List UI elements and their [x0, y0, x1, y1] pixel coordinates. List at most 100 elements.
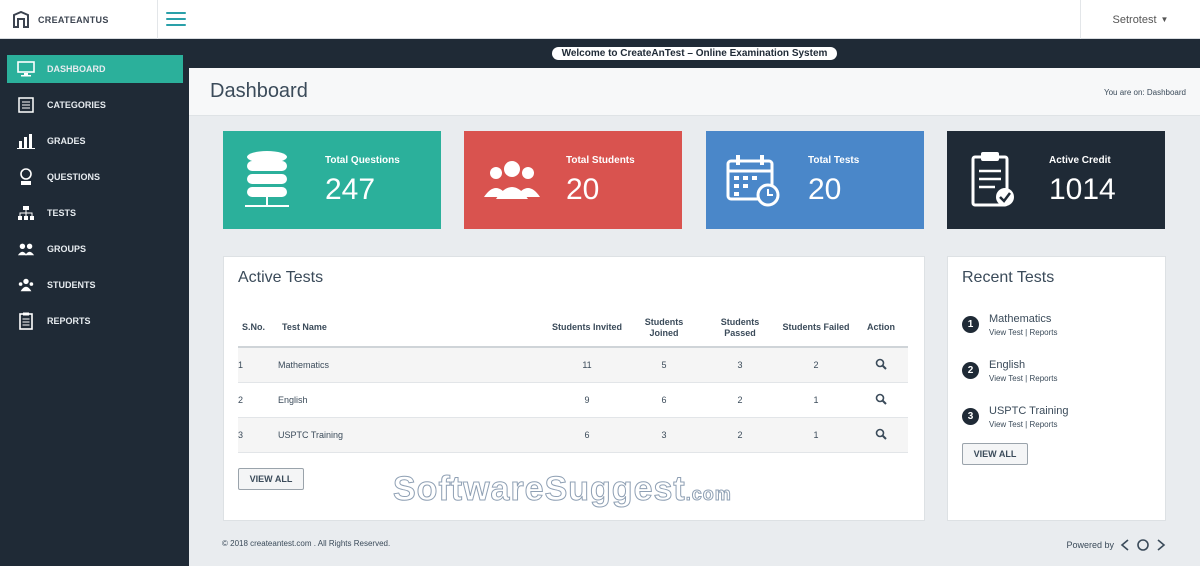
cell-passed: 2 — [702, 382, 778, 418]
column-header: Students Invited — [548, 309, 626, 348]
sidebar-item-label: CATEGORIES — [47, 100, 106, 110]
cell-failed: 2 — [778, 347, 854, 383]
list-item: 3 USPTC Training View Test | Reports — [962, 405, 1068, 429]
card-total-tests[interactable]: Total Tests 20 — [706, 131, 924, 229]
sidebar-item-students[interactable]: STUDENTS — [7, 271, 183, 299]
powered-by-logo-icon[interactable] — [1120, 538, 1166, 552]
sidebar-item-label: TESTS — [47, 208, 77, 218]
cell-passed: 3 — [702, 347, 778, 383]
clipboard-icon — [17, 312, 35, 330]
sidebar-item-label: STUDENTS — [47, 280, 96, 290]
calendar-icon — [726, 155, 780, 207]
cell-joined: 3 — [626, 417, 702, 453]
recent-test-name[interactable]: USPTC Training — [989, 405, 1068, 417]
cell-invited: 11 — [548, 347, 626, 383]
card-label: Total Questions — [325, 155, 400, 166]
powered-by: Powered by — [1066, 538, 1166, 552]
chevron-down-icon: ▼ — [1160, 15, 1169, 24]
cell-sno: 3 — [238, 417, 278, 453]
sidebar-item-questions[interactable]: QUESTIONS — [7, 163, 183, 191]
page-header: Dashboard You are on: Dashboard — [189, 68, 1200, 116]
card-active-credit[interactable]: Active Credit 1014 — [947, 131, 1165, 229]
card-total-questions[interactable]: Total Questions 247 — [223, 131, 441, 229]
cell-test-name[interactable]: USPTC Training — [278, 417, 548, 453]
card-label: Total Students — [566, 155, 635, 166]
user-menu[interactable]: Setrotest ▼ — [1080, 0, 1200, 39]
cell-joined: 6 — [626, 382, 702, 418]
cell-failed: 1 — [778, 417, 854, 453]
sidebar-item-tests[interactable]: TESTS — [7, 199, 183, 227]
menu-toggle-icon[interactable] — [166, 9, 186, 29]
sidebar-item-label: GRADES — [47, 136, 86, 146]
search-icon[interactable] — [875, 358, 887, 370]
list-item: 1 Mathematics View Test | Reports — [962, 313, 1058, 337]
view-test-link[interactable]: View Test — [989, 374, 1023, 383]
list-number: 1 — [962, 316, 979, 333]
table-row: 1 Mathematics 11 5 3 2 — [238, 347, 908, 383]
list-icon — [17, 96, 35, 114]
group-icon — [484, 161, 540, 199]
sidebar-item-categories[interactable]: CATEGORIES — [7, 91, 183, 119]
column-header: Students Passed — [702, 309, 778, 348]
sidebar-item-grades[interactable]: GRADES — [7, 127, 183, 155]
sidebar-item-reports[interactable]: REPORTS — [7, 307, 183, 335]
sidebar-item-label: DASHBOARD — [47, 64, 106, 74]
brand[interactable]: CREATEANTUS — [0, 0, 158, 39]
recent-tests-panel: Recent Tests 1 Mathematics View Test | R… — [947, 256, 1166, 521]
card-value: 247 — [325, 173, 376, 206]
cell-invited: 6 — [548, 417, 626, 453]
panel-title: Active Tests — [238, 269, 324, 286]
panel-title: Recent Tests — [962, 269, 1055, 286]
column-header: Students Failed — [778, 309, 854, 348]
reports-link[interactable]: Reports — [1029, 328, 1057, 337]
card-label: Active Credit — [1049, 155, 1111, 166]
search-icon[interactable] — [875, 428, 887, 440]
notice-bar: Welcome to CreateAnTest – Online Examina… — [189, 39, 1200, 68]
column-header: Action — [854, 309, 908, 348]
cell-test-name[interactable]: English — [278, 382, 548, 418]
reports-link[interactable]: Reports — [1029, 420, 1057, 429]
question-icon — [17, 168, 35, 186]
copyright-text: © 2018 createantest.com . All Rights Res… — [222, 539, 391, 548]
sidebar-item-label: GROUPS — [47, 244, 87, 254]
user-name: Setrotest — [1112, 13, 1157, 26]
list-item: 2 English View Test | Reports — [962, 359, 1058, 383]
column-header: Students Joined — [626, 309, 702, 348]
cell-failed: 1 — [778, 382, 854, 418]
column-header: Test Name — [278, 309, 548, 348]
breadcrumb: You are on: Dashboard — [1104, 88, 1186, 97]
powered-by-label: Powered by — [1066, 540, 1114, 550]
top-bar: CREATEANTUS Setrotest ▼ — [0, 0, 1200, 39]
brand-logo-icon — [13, 10, 29, 28]
card-value: 1014 — [1049, 173, 1116, 206]
card-value: 20 — [566, 173, 600, 206]
cell-sno: 2 — [238, 382, 278, 418]
bar-chart-icon — [17, 132, 35, 150]
clipboard-check-icon — [971, 152, 1014, 207]
recent-test-name[interactable]: Mathematics — [989, 313, 1058, 325]
sidebar-item-label: QUESTIONS — [47, 172, 101, 182]
recent-test-name[interactable]: English — [989, 359, 1058, 371]
column-header: S.No. — [238, 309, 278, 348]
table-row: 3 USPTC Training 6 3 2 1 — [238, 417, 908, 453]
view-all-tests-button[interactable]: VIEW ALL — [238, 468, 304, 490]
cell-test-name[interactable]: Mathematics — [278, 347, 548, 383]
reports-link[interactable]: Reports — [1029, 374, 1057, 383]
search-icon[interactable] — [875, 393, 887, 405]
list-number: 2 — [962, 362, 979, 379]
cell-sno: 1 — [238, 347, 278, 383]
card-total-students[interactable]: Total Students 20 — [464, 131, 682, 229]
cell-action — [854, 382, 908, 418]
sidebar-item-dashboard[interactable]: DASHBOARD — [7, 55, 183, 83]
view-all-recent-button[interactable]: VIEW ALL — [962, 443, 1028, 465]
student-icon — [17, 276, 35, 294]
cell-joined: 5 — [626, 347, 702, 383]
view-test-link[interactable]: View Test — [989, 420, 1023, 429]
sidebar-item-groups[interactable]: GROUPS — [7, 235, 183, 263]
page-title: Dashboard — [210, 80, 308, 102]
monitor-icon — [17, 60, 35, 78]
users-icon — [17, 240, 35, 258]
card-value: 20 — [808, 173, 842, 206]
view-test-link[interactable]: View Test — [989, 328, 1023, 337]
cell-action — [854, 417, 908, 453]
